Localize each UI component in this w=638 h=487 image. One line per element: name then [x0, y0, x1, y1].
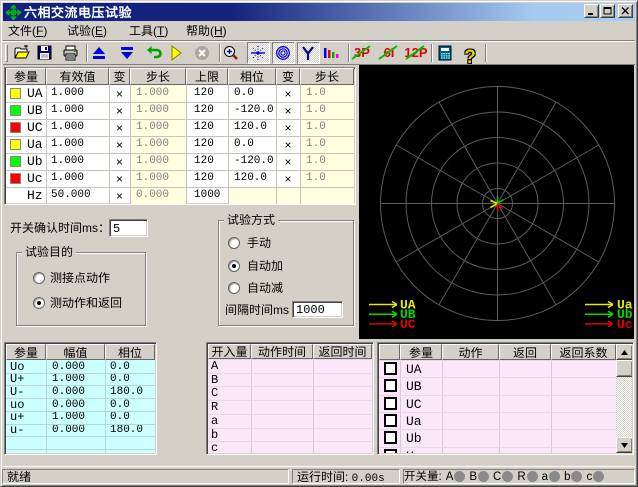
- svg-text:UC: UC: [400, 317, 416, 332]
- svg-text:Uc: Uc: [617, 317, 633, 332]
